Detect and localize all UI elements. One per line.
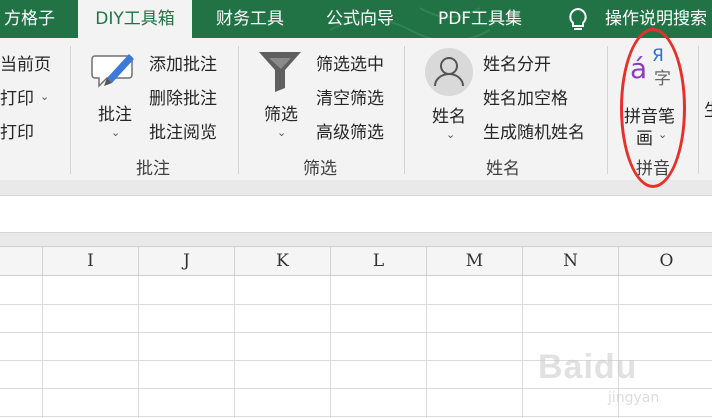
filter-big-button[interactable]: 筛选 ⌄ <box>252 46 308 146</box>
ribbon-tab-bar: 方格子 DIY工具箱 财务工具 公式向导 PDF工具集 操作说明搜索 <box>0 0 712 38</box>
grid-line <box>522 276 523 418</box>
grid-line <box>426 276 427 418</box>
funnel-icon <box>259 52 301 92</box>
print-button-2[interactable]: 打印 <box>0 118 34 143</box>
split-name-button[interactable]: 姓名分开 <box>483 50 551 75</box>
column-header-m[interactable]: M <box>427 247 523 275</box>
chevron-down-icon: ⌄ <box>111 126 121 139</box>
grid-line <box>0 416 712 417</box>
group-divider <box>404 46 405 174</box>
column-header-n[interactable]: N <box>523 247 619 275</box>
column-header-partial[interactable] <box>0 247 43 275</box>
name-add-space-button[interactable]: 姓名加空格 <box>483 84 568 109</box>
grid-top-gap <box>0 232 712 246</box>
chevron-down-icon: ⌄ <box>446 128 456 141</box>
lightbulb-icon[interactable] <box>565 6 591 34</box>
random-name-button[interactable]: 生成随机姓名 <box>483 118 585 143</box>
advanced-filter-button[interactable]: 高级筛选 <box>316 118 384 143</box>
filter-selected-button[interactable]: 筛选选中 <box>316 50 384 75</box>
column-header-k[interactable]: K <box>235 247 331 275</box>
grid-line <box>0 332 712 333</box>
tab-finance-tools[interactable]: 财务工具 <box>200 0 300 38</box>
comment-group-label: 批注 <box>136 159 170 179</box>
group-divider <box>70 46 71 174</box>
grid-line <box>234 276 235 418</box>
watermark-main: Baidu <box>538 348 638 386</box>
column-header-o[interactable]: O <box>619 247 712 275</box>
current-page-button[interactable]: 当前页 <box>0 50 51 75</box>
column-header-j[interactable]: J <box>139 247 235 275</box>
column-header-l[interactable]: L <box>331 247 427 275</box>
chevron-down-icon[interactable]: ⌄ <box>40 90 49 103</box>
grid-line <box>42 276 43 418</box>
clear-filter-button[interactable]: 清空筛选 <box>316 84 384 109</box>
grid-line <box>330 276 331 418</box>
column-header-i[interactable]: I <box>43 247 139 275</box>
comment-big-button-label: 批注 <box>98 105 132 125</box>
baidu-watermark: Baidu jingyan <box>530 340 710 416</box>
next-group-partial-label[interactable]: 生 <box>704 96 712 121</box>
ribbon-bottom-gap <box>0 180 712 196</box>
print-button-1[interactable]: 打印 <box>0 84 34 109</box>
name-big-button[interactable]: 姓名 ⌄ <box>420 46 478 146</box>
column-headers: I J K L M N O <box>0 246 712 276</box>
group-divider <box>607 46 608 174</box>
group-divider <box>698 46 699 174</box>
ribbon-panel: 当前页 打印 ⌄ 打印 批注 ⌄ 添加批注 删除批注 批注阅览 批注 筛选 ⌄ … <box>0 38 712 180</box>
delete-comment-button[interactable]: 删除批注 <box>149 84 217 109</box>
name-big-button-label: 姓名 <box>432 107 466 127</box>
tab-diy-toolbox[interactable]: DIY工具箱 <box>78 0 192 38</box>
chevron-down-icon: ⌄ <box>277 126 287 139</box>
watermark-sub: jingyan <box>608 390 660 406</box>
grid-line <box>138 276 139 418</box>
filter-group-label: 筛选 <box>303 159 337 179</box>
tab-formula-wizard[interactable]: 公式向导 <box>310 0 410 38</box>
tab-pdf-tools[interactable]: PDF工具集 <box>420 0 540 38</box>
group-divider <box>238 46 239 174</box>
add-comment-button[interactable]: 添加批注 <box>149 50 217 75</box>
highlight-circle <box>620 28 686 188</box>
user-avatar-icon <box>425 48 473 96</box>
formula-bar[interactable] <box>0 196 712 232</box>
tab-fanggezi[interactable]: 方格子 <box>0 0 70 38</box>
filter-big-button-label: 筛选 <box>264 105 298 125</box>
comment-icon <box>91 54 134 88</box>
comment-big-button[interactable]: 批注 ⌄ <box>86 46 142 146</box>
review-comment-button[interactable]: 批注阅览 <box>149 118 217 143</box>
name-group-label: 姓名 <box>486 159 520 179</box>
grid-line <box>0 304 712 305</box>
